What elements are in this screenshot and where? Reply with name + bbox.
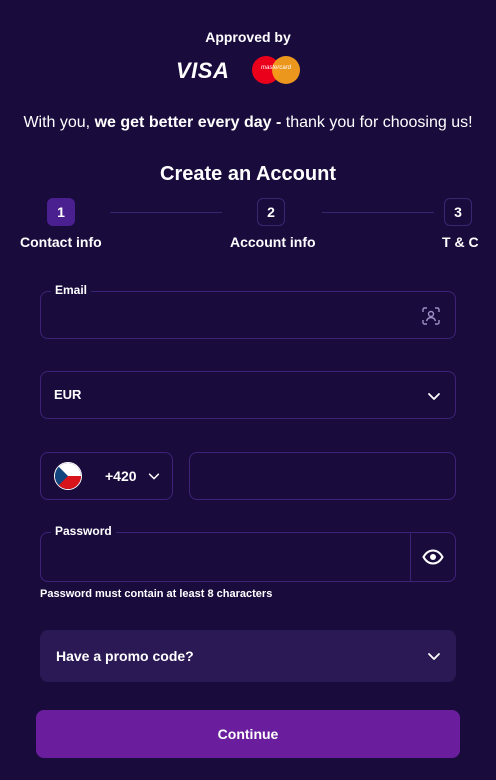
country-code-select[interactable]: +420: [40, 452, 173, 500]
face-scan-icon[interactable]: [421, 306, 441, 326]
phone-number-input[interactable]: [189, 452, 456, 500]
step-connector-2: [322, 212, 434, 213]
password-divider: [410, 533, 411, 581]
mastercard-logo-text: mastercard: [260, 65, 291, 71]
chevron-down-icon: [148, 473, 160, 480]
tagline-start: With you,: [23, 114, 95, 131]
step-1-indicator: 1: [47, 198, 75, 226]
czech-flag-icon: [54, 462, 82, 490]
eye-icon[interactable]: [422, 548, 444, 566]
step-connector-1: [110, 212, 222, 213]
email-label: Email: [51, 283, 92, 297]
tagline: With you, we get better every day - than…: [0, 114, 496, 132]
email-field[interactable]: Email: [40, 283, 456, 339]
page-title: Create an Account: [160, 163, 336, 185]
password-field[interactable]: Password: [40, 524, 456, 582]
step-3-label: T & C: [442, 234, 479, 250]
approved-by-text: Approved by: [205, 29, 291, 45]
chevron-down-icon: [428, 653, 440, 660]
visa-logo: VISA: [176, 58, 230, 83]
step-3-indicator: 3: [444, 198, 472, 226]
tagline-end: thank you for choosing us!: [281, 114, 473, 131]
tagline-emphasis: we get better every day -: [94, 114, 282, 131]
promo-code-label: Have a promo code?: [56, 648, 194, 664]
chevron-down-icon: [428, 393, 440, 400]
password-hint: Password must contain at least 8 charact…: [40, 588, 273, 600]
password-label: Password: [51, 524, 116, 538]
step-1-label: Contact info: [20, 234, 102, 250]
currency-select[interactable]: EUR: [40, 371, 456, 419]
continue-button[interactable]: Continue: [36, 710, 460, 758]
mastercard-logo: mastercard: [252, 56, 300, 84]
currency-value: EUR: [54, 387, 82, 402]
country-code-value: +420: [105, 468, 137, 484]
step-2-indicator: 2: [257, 198, 285, 226]
step-2-label: Account info: [230, 234, 316, 250]
promo-code-toggle[interactable]: Have a promo code?: [40, 630, 456, 682]
